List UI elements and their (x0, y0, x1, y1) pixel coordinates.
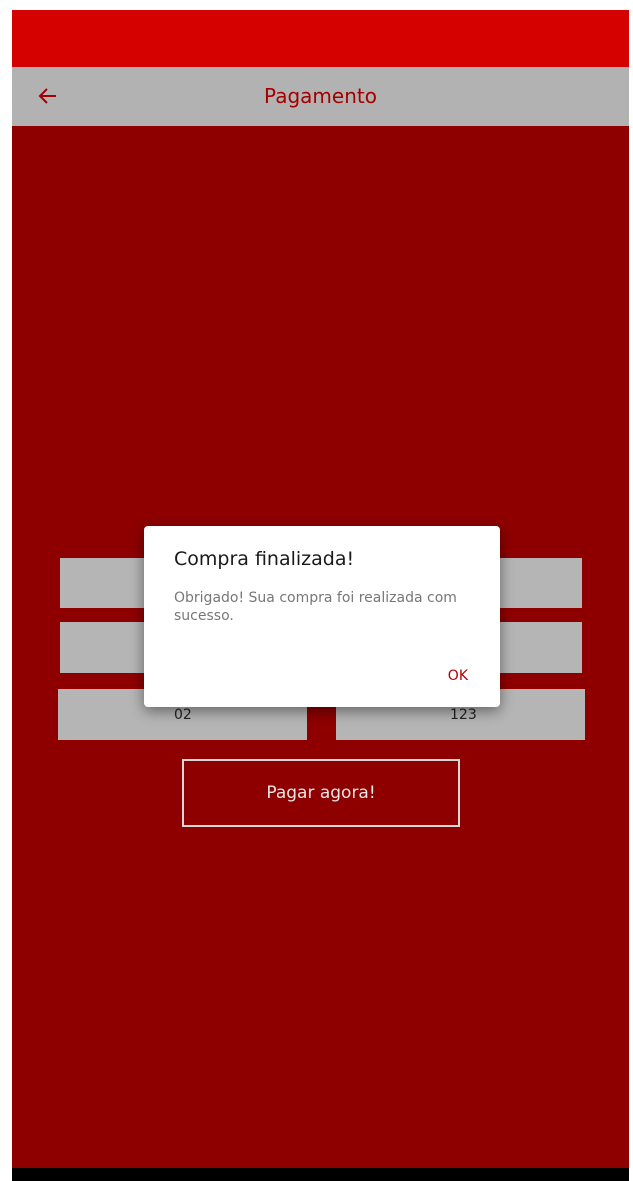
purchase-complete-dialog: Compra finalizada! Obrigado! Sua compra … (144, 526, 500, 707)
ok-button[interactable]: OK (448, 668, 468, 684)
dialog-message: Obrigado! Sua compra foi realizada com s… (174, 590, 457, 624)
app-screen: Pagamento 02 123 Pagar agora! Compra fin… (12, 10, 629, 1181)
dialog-title: Compra finalizada! (174, 548, 355, 570)
